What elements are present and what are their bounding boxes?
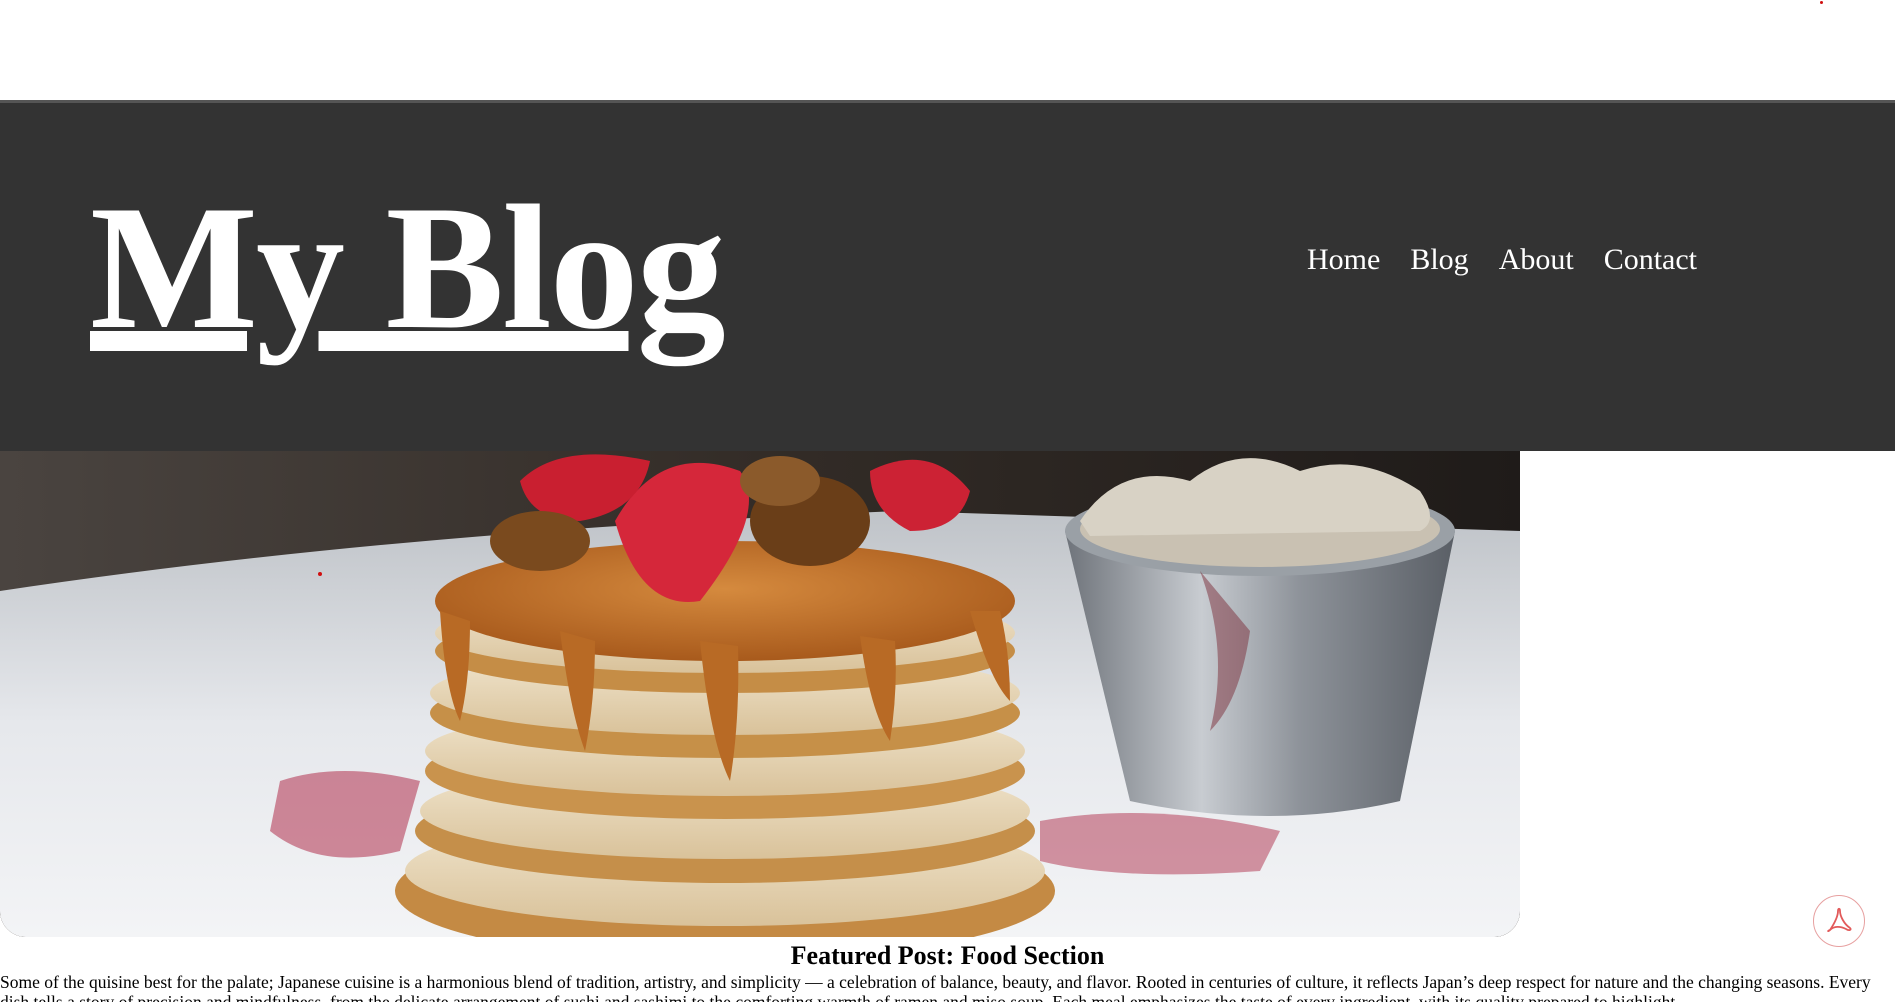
- nav-home-link[interactable]: Home: [1307, 243, 1380, 277]
- post-body: Some of the quisine best for the palate;…: [0, 972, 1871, 1002]
- main-nav: Home Blog About Contact: [1307, 243, 1697, 277]
- pancake-stack: [395, 541, 1055, 937]
- pdf-icon: [1827, 907, 1852, 933]
- pancake-stack-photo: [0, 451, 1520, 937]
- cream-cup: [1065, 458, 1455, 816]
- hero-image: [0, 451, 1520, 937]
- nav-about-link[interactable]: About: [1499, 243, 1574, 277]
- red-dot-marker: [1820, 1, 1823, 4]
- site-title-link[interactable]: My Blog: [90, 178, 726, 356]
- post-title: Featured Post: Food Section: [790, 941, 1105, 970]
- top-blank-area: [0, 0, 1895, 100]
- nav-contact-link[interactable]: Contact: [1604, 243, 1697, 277]
- page: My Blog Home Blog About Contact Featured…: [0, 0, 1895, 1002]
- site-header: My Blog Home Blog About Contact: [0, 100, 1895, 451]
- red-dot-marker: [318, 572, 322, 576]
- nav-blog-link[interactable]: Blog: [1410, 243, 1468, 277]
- pdf-viewer-button[interactable]: [1813, 895, 1865, 947]
